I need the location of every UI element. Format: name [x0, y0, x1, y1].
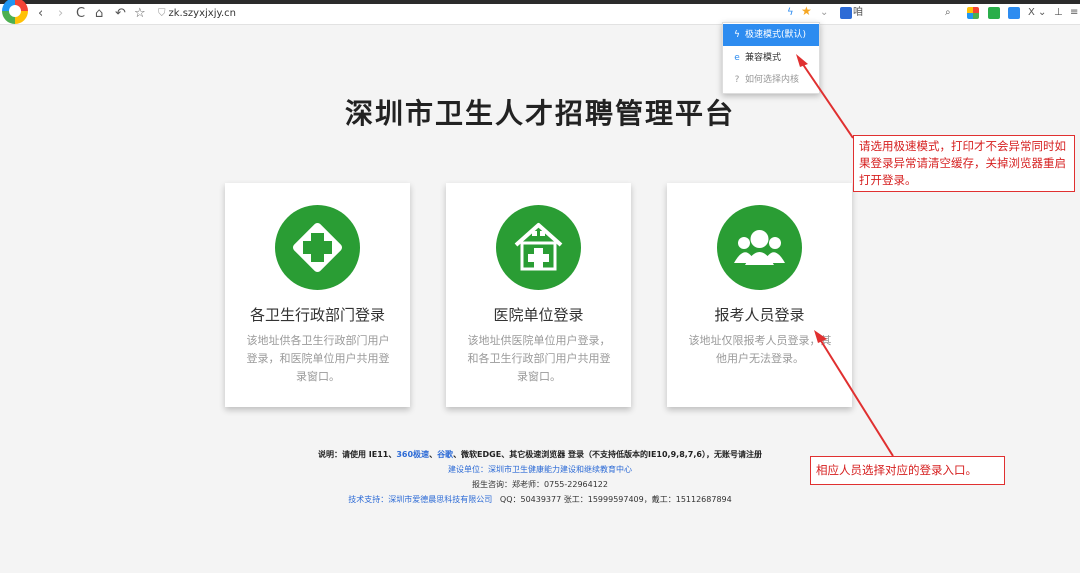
annotation-login-entry-note: 相应人员选择对应的登录入口。: [810, 456, 1005, 485]
arrow-to-speed-mode: [799, 59, 854, 139]
annotation-speed-mode-note: 请选用极速模式，打印才不会异常同时如果登录异常请清空缓存，关掉浏览器重启打开登录…: [853, 135, 1075, 192]
annotation-arrows: [796, 54, 894, 457]
arrow-to-applicant-login: [817, 335, 894, 457]
